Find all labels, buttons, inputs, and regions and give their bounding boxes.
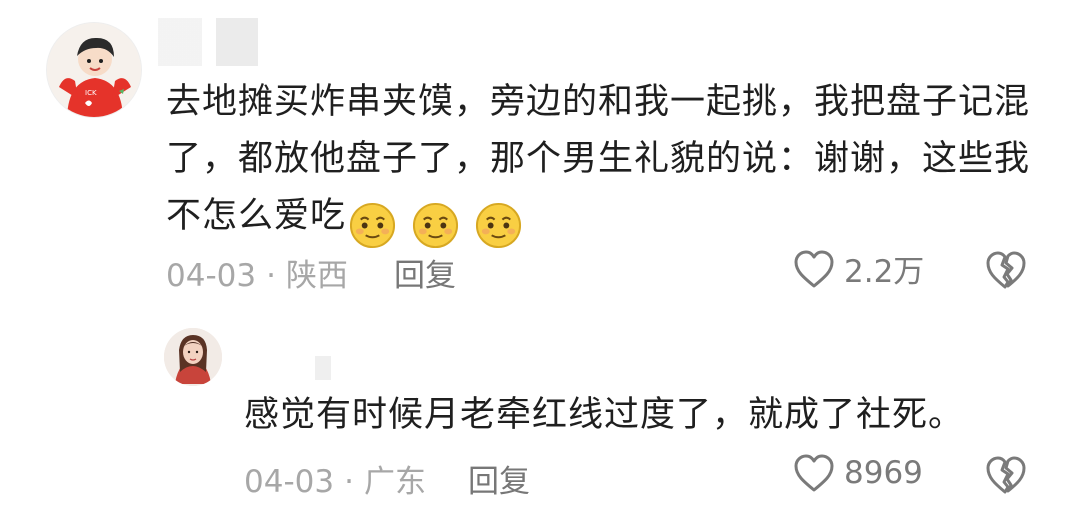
- heart-outline-icon: [794, 250, 834, 287]
- reply-dislike-button[interactable]: [984, 453, 1028, 497]
- reply-body: 感觉有时候月老牵红线过度了，就成了社死。: [244, 395, 965, 435]
- reply-like-button[interactable]: 8969: [792, 452, 923, 494]
- reply-location: 广东: [363, 464, 426, 500]
- reply-date: 04-03: [244, 464, 335, 500]
- emoji-row: [346, 196, 523, 253]
- comment-line-1: 去地摊买炸串夹馍，旁边的和我一起挑，我把盘子记混: [166, 82, 1031, 122]
- comment-like-button[interactable]: 2.2万: [792, 246, 924, 291]
- comment-line-2: 了，都放他盘子了，那个男生礼貌的说：谢谢，这些我: [166, 139, 1031, 179]
- comment-location: 陕西: [285, 258, 348, 294]
- comment-line-3: 不怎么爱吃: [166, 188, 1030, 253]
- heart-outline-icon: [794, 454, 834, 492]
- reply-avatar-illustration: [164, 328, 222, 386]
- meta-separator: ·: [266, 258, 276, 294]
- broken-heart-icon: [986, 456, 1026, 494]
- comment-like-count: 2.2万: [844, 254, 925, 290]
- svg-text:ICK: ICK: [85, 89, 97, 97]
- comment-date: 04-03: [166, 258, 257, 294]
- comment-reply-button[interactable]: 回复: [394, 250, 456, 295]
- broken-heart-icon: [986, 251, 1026, 289]
- reply-avatar[interactable]: [164, 328, 222, 386]
- reply-author-name-blurred[interactable]: [315, 356, 331, 380]
- reply-meta: 04-03 · 广东: [244, 456, 426, 501]
- reply-like-count: 8969: [844, 455, 923, 491]
- smiling-face-emoji-icon: [476, 202, 522, 248]
- comment-line-3-text: 不怎么爱吃: [166, 196, 347, 236]
- avatar-illustration: ICK: [47, 23, 141, 117]
- reply-reply-button[interactable]: 回复: [468, 456, 530, 501]
- smiling-face-emoji-icon: [349, 202, 396, 248]
- meta-separator: ·: [344, 464, 354, 500]
- comment-dislike-button[interactable]: [984, 248, 1028, 292]
- comment-author-name-blurred[interactable]: [158, 18, 300, 66]
- smiling-face-emoji-icon: [413, 202, 459, 248]
- comment-avatar[interactable]: ICK: [46, 22, 142, 118]
- comment-meta: 04-03 · 陕西: [166, 250, 348, 295]
- comment-body: 去地摊买炸串夹馍，旁边的和我一起挑，我把盘子记混 了，都放他盘子了，那个男生礼貌…: [166, 74, 1030, 253]
